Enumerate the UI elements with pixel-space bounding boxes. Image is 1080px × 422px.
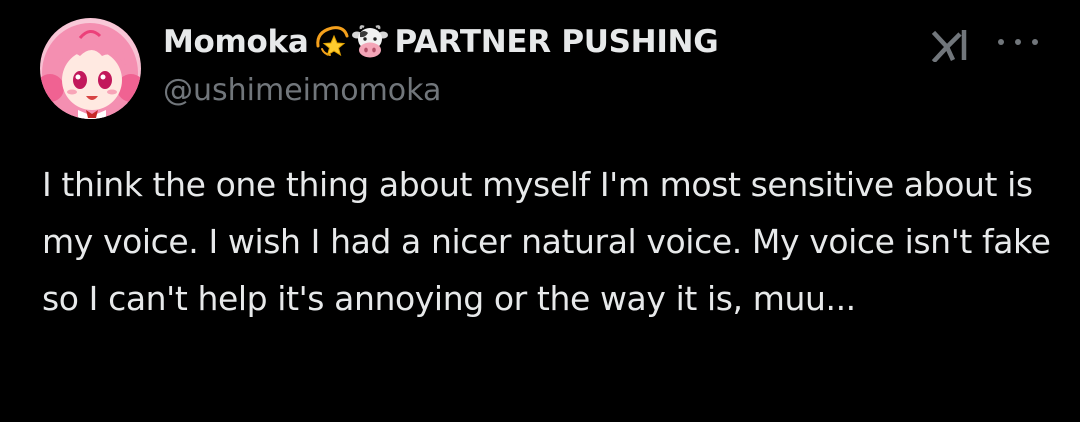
dot xyxy=(1015,39,1021,45)
dot xyxy=(998,39,1004,45)
author-name-suffix: PARTNER PUSHING xyxy=(394,24,719,60)
more-options-icon[interactable] xyxy=(998,30,1038,54)
xai-grok-logo-icon[interactable] xyxy=(931,28,973,64)
dizzy-star-icon xyxy=(314,24,350,60)
dot xyxy=(1032,39,1038,45)
author-handle[interactable]: @ushimeimomoka xyxy=(163,73,441,108)
author-name-row: Momoka PARTNER PUSHING xyxy=(163,20,719,64)
author-avatar[interactable] xyxy=(40,18,141,119)
tweet-card: Momoka PARTNER PUSHING @ushimeimomoka I … xyxy=(0,0,1080,422)
author-display-name[interactable]: Momoka xyxy=(163,24,309,60)
tweet-text: I think the one thing about myself I'm m… xyxy=(42,165,1051,318)
avatar-image xyxy=(40,18,141,119)
cow-face-icon xyxy=(352,24,389,60)
